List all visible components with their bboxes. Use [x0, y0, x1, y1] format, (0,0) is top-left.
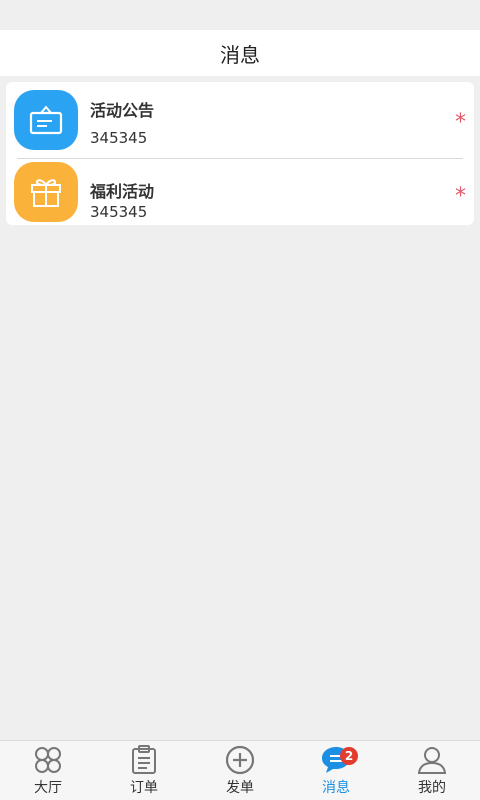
message-item-announcement[interactable]: 活动公告 345345 *	[6, 82, 474, 152]
tab-label: 发单	[226, 780, 254, 796]
unread-indicator: *	[455, 110, 466, 135]
tab-label: 大厅	[34, 780, 62, 796]
header: 消息	[0, 30, 480, 76]
tab-label: 消息	[322, 780, 350, 796]
tab-profile[interactable]: 我的	[384, 741, 480, 800]
tab-messages[interactable]: 2 消息	[288, 741, 384, 800]
message-list: 活动公告 345345 * 福利活动 345345 *	[6, 82, 474, 225]
message-title: 活动公告	[90, 101, 155, 120]
tab-hall[interactable]: 大厅	[0, 741, 96, 800]
tab-label: 我的	[418, 780, 446, 796]
gift-icon	[14, 162, 78, 222]
notice-icon	[14, 90, 78, 150]
message-title: 福利活动	[90, 182, 155, 201]
clover-icon	[35, 747, 61, 773]
unread-badge: 2	[340, 747, 358, 765]
page-title: 消息	[220, 42, 260, 67]
tab-orders[interactable]: 订单	[96, 741, 192, 800]
tab-post[interactable]: 发单	[192, 741, 288, 800]
message-subtitle: 345345	[90, 129, 148, 147]
tab-bar: 大厅 订单 发单 2 消息 我的	[0, 740, 480, 800]
plus-circle-icon	[225, 745, 255, 775]
user-icon	[417, 747, 447, 774]
message-item-welfare[interactable]: 福利活动 345345 *	[6, 158, 474, 228]
message-subtitle: 345345	[90, 203, 148, 221]
unread-indicator: *	[455, 184, 466, 209]
tab-label: 订单	[130, 780, 158, 796]
status-bar	[0, 0, 480, 30]
clipboard-icon	[132, 745, 156, 774]
